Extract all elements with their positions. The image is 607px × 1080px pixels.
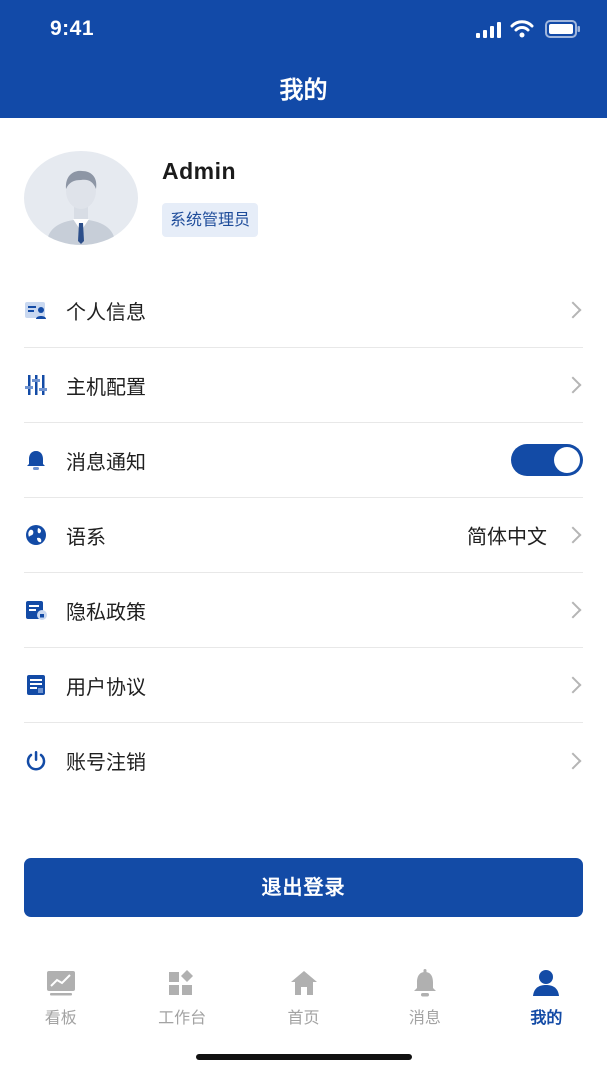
user-name: Admin bbox=[162, 158, 237, 184]
home-icon bbox=[289, 968, 319, 998]
menu-item-privacy-policy[interactable]: 隐私政策 bbox=[24, 573, 583, 648]
chevron-right-icon bbox=[564, 601, 582, 619]
tab-label: 首页 bbox=[287, 1008, 320, 1027]
tab-home[interactable]: 首页 bbox=[243, 968, 364, 1038]
chevron-right-icon bbox=[564, 752, 582, 769]
page-title: 我的 bbox=[279, 76, 328, 104]
sliders-icon bbox=[24, 373, 48, 397]
chevron-right-icon bbox=[564, 301, 582, 319]
tab-label: 消息 bbox=[408, 1008, 441, 1027]
tab-label: 工作台 bbox=[158, 1008, 207, 1027]
tab-messages[interactable]: 消息 bbox=[364, 968, 485, 1038]
id-card-icon bbox=[24, 298, 48, 322]
bell-icon bbox=[24, 448, 48, 472]
menu-item-user-agreement[interactable]: 用户协议 bbox=[24, 648, 583, 723]
settings-menu: 个人信息 主机配置 消息通知 语系 简体中文 隐私政策 用户协议 账号注销 bbox=[24, 273, 583, 798]
menu-label: 个人信息 bbox=[66, 299, 146, 324]
chart-icon bbox=[46, 968, 76, 998]
avatar[interactable] bbox=[24, 151, 138, 245]
privacy-doc-icon bbox=[24, 598, 48, 622]
home-indicator[interactable] bbox=[196, 1054, 412, 1060]
agreement-doc-icon bbox=[24, 673, 48, 697]
menu-item-host-config[interactable]: 主机配置 bbox=[24, 348, 583, 423]
app-header: 9:41 我的 bbox=[0, 0, 607, 118]
user-icon bbox=[531, 968, 561, 998]
tab-label: 我的 bbox=[530, 1008, 563, 1027]
chevron-right-icon bbox=[564, 526, 582, 544]
menu-item-account-deletion[interactable]: 账号注销 bbox=[24, 723, 583, 798]
menu-label: 主机配置 bbox=[66, 374, 146, 399]
menu-label: 账号注销 bbox=[66, 750, 146, 774]
power-icon bbox=[24, 749, 48, 773]
menu-label: 隐私政策 bbox=[66, 599, 146, 624]
menu-label: 消息通知 bbox=[66, 449, 146, 474]
signal-icon bbox=[476, 22, 501, 38]
bottom-tab-bar: 看板 工作台 首页 消息 我的 bbox=[0, 968, 607, 1038]
menu-item-personal-info[interactable]: 个人信息 bbox=[24, 273, 583, 348]
menu-label: 语系 bbox=[66, 524, 106, 549]
notification-toggle[interactable] bbox=[511, 444, 583, 476]
battery-icon bbox=[545, 20, 580, 38]
chevron-right-icon bbox=[564, 376, 582, 394]
menu-item-language[interactable]: 语系 简体中文 bbox=[24, 498, 583, 573]
profile-card: Admin 系统管理员 bbox=[0, 118, 607, 268]
tab-mine[interactable]: 我的 bbox=[486, 968, 607, 1038]
language-value: 简体中文 bbox=[467, 524, 547, 549]
globe-icon bbox=[24, 523, 48, 547]
menu-label: 用户协议 bbox=[66, 674, 146, 699]
tab-workbench[interactable]: 工作台 bbox=[121, 968, 242, 1038]
logout-button[interactable]: 退出登录 bbox=[24, 858, 583, 917]
user-avatar-icon bbox=[46, 170, 116, 245]
menu-item-notifications: 消息通知 bbox=[24, 423, 583, 498]
workbench-grid-icon bbox=[167, 968, 197, 998]
status-time: 9:41 bbox=[50, 17, 95, 40]
bell-icon bbox=[410, 968, 440, 998]
tab-label: 看板 bbox=[44, 1008, 77, 1027]
chevron-right-icon bbox=[564, 676, 582, 694]
role-badge: 系统管理员 bbox=[162, 203, 259, 237]
wifi-icon bbox=[510, 20, 534, 38]
toggle-knob bbox=[554, 447, 580, 473]
tab-dashboard[interactable]: 看板 bbox=[0, 968, 121, 1038]
